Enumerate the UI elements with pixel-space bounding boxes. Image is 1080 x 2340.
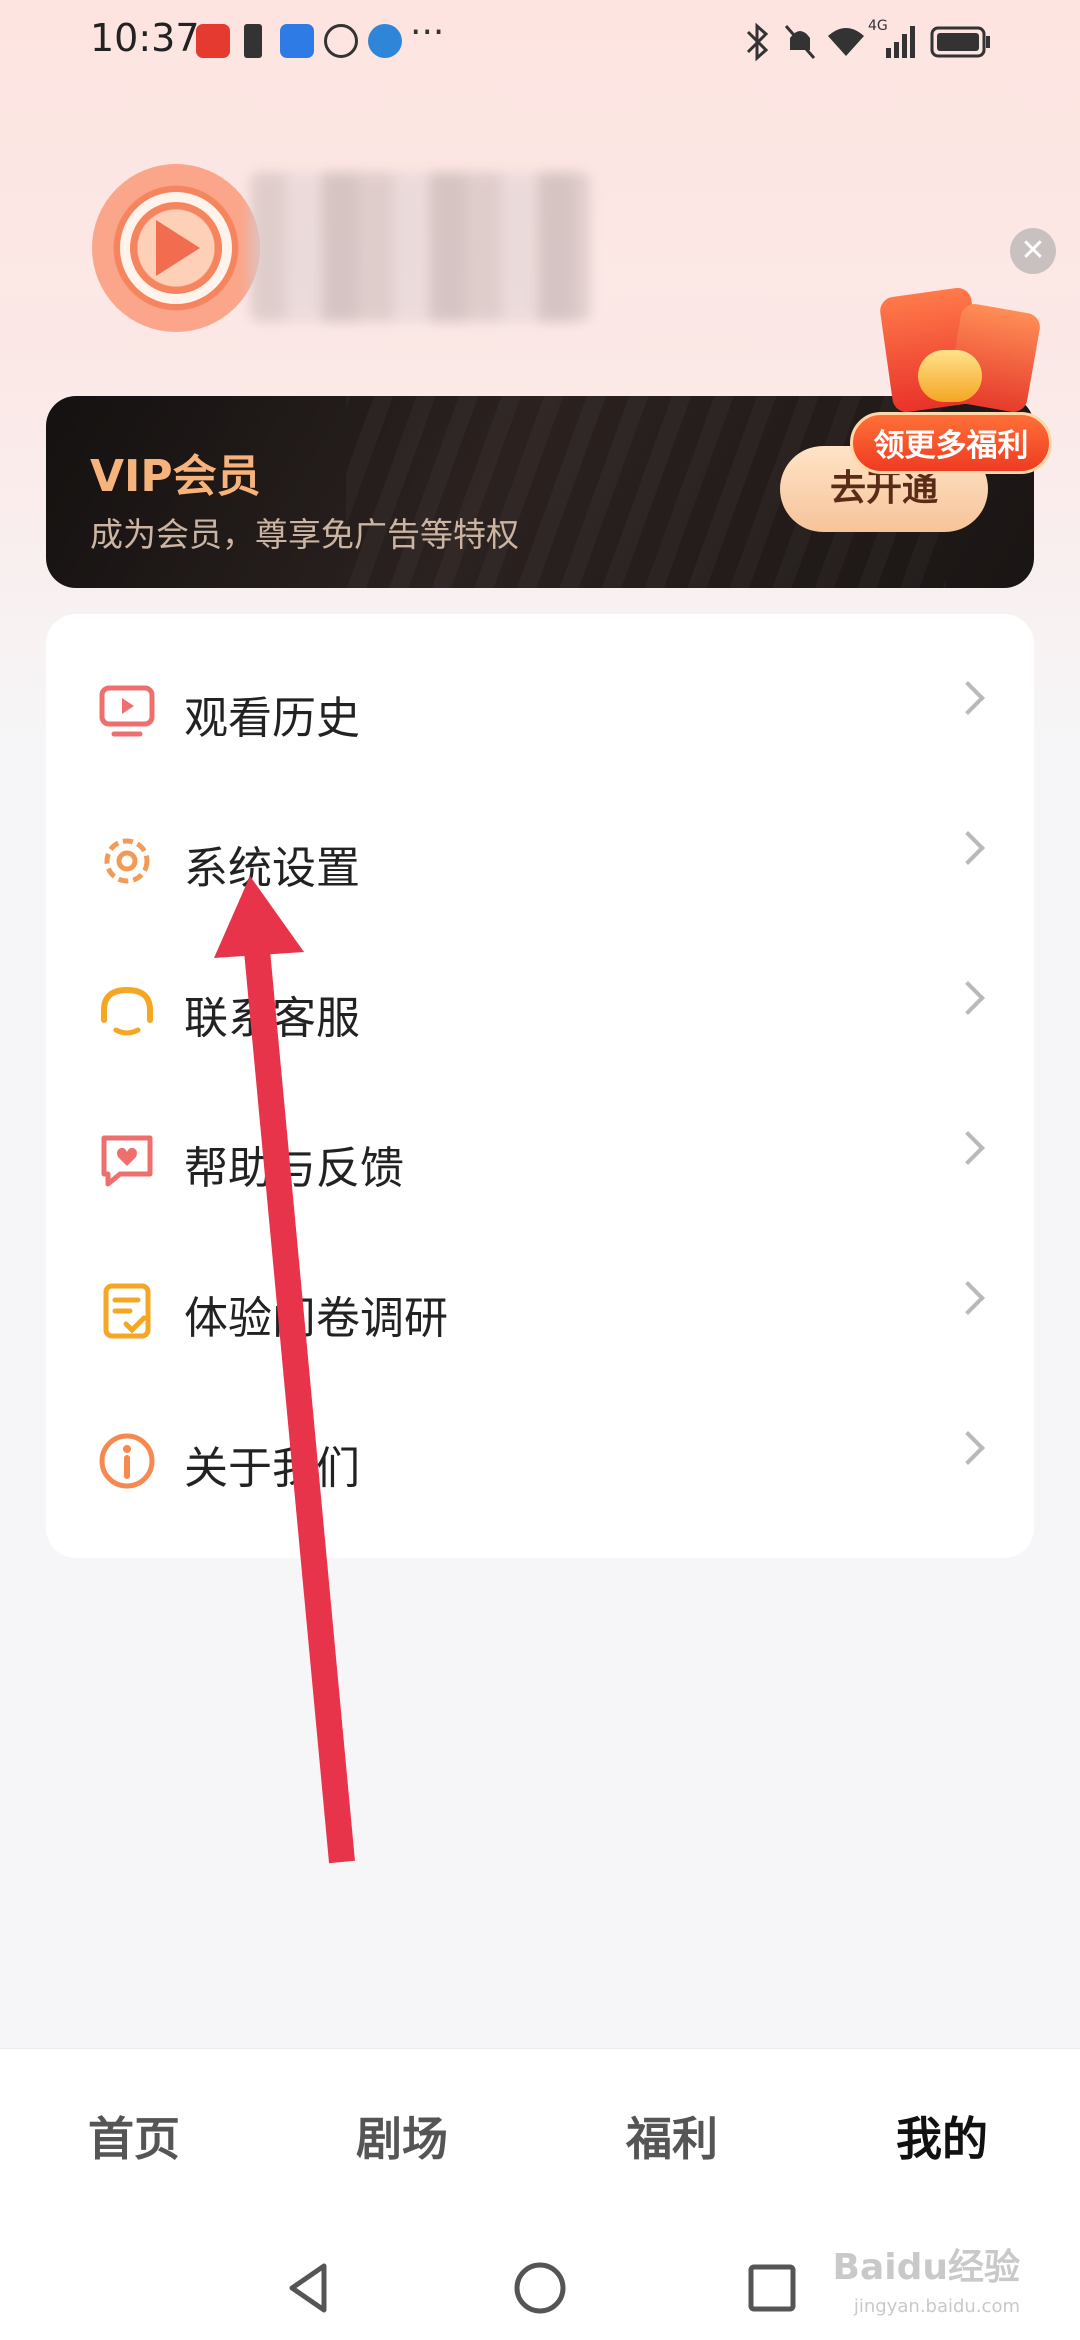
back-icon[interactable] [280,2260,336,2316]
menu-item-label: 观看历史 [184,693,360,744]
menu-item-survey[interactable]: 体验问卷调研 [46,1236,1034,1386]
vip-title: VIP会员 [90,451,261,502]
gift-icon[interactable] [858,286,1043,418]
chevron-right-icon [951,1131,985,1165]
menu-item-label: 关于我们 [184,1443,360,1494]
bottom-nav: 首页 剧场 福利 我的 [0,2048,1080,2189]
tab-theater[interactable]: 剧场 [356,2103,448,2169]
tab-mine[interactable]: 我的 [896,2103,988,2169]
chevron-right-icon [951,1431,985,1465]
cellular-4g-icon [886,26,915,58]
menu-card: 观看历史 系统设置 联系客服 帮助与反馈 体验问卷调研 关于我们 [46,614,1034,1558]
vip-subtitle: 成为会员，尊享免广告等特权 [90,515,519,554]
menu-item-help-feedback[interactable]: 帮助与反馈 [46,1086,1034,1236]
tab-home[interactable]: 首页 [88,2103,180,2169]
chevron-right-icon [951,681,985,715]
survey-icon [103,1283,151,1339]
home-icon[interactable] [512,2260,568,2316]
info-icon [99,1433,155,1489]
contacts-icon [280,24,314,58]
gear-icon [104,838,150,884]
promo-badge[interactable]: 领更多福利 [850,412,1052,474]
wifi-icon [828,28,864,56]
heart-chat-icon [101,1135,153,1187]
avatar[interactable] [92,164,260,332]
close-icon[interactable]: ✕ [1010,228,1056,274]
headset-icon [101,986,153,1036]
taobao-icon [196,24,230,58]
menu-item-about-us[interactable]: 关于我们 [46,1386,1034,1536]
tv-icon [99,685,155,737]
play-icon [156,220,200,276]
tab-welfare[interactable]: 福利 [626,2103,718,2169]
chevron-right-icon [951,981,985,1015]
hand-icon [324,24,358,58]
bluetooth-icon [746,22,769,62]
menu-item-contact-support[interactable]: 联系客服 [46,936,1034,1086]
watermark-url: jingyan.baidu.com [853,2296,1020,2317]
menu-item-watch-history[interactable]: 观看历史 [46,636,1034,786]
battery-icon [930,26,990,58]
status-bar: 10:37 ··· 4G [0,0,1080,84]
chevron-right-icon [951,831,985,865]
username-redacted[interactable] [250,172,590,322]
watermark: Baidu经验 [832,2247,1020,2288]
recents-icon[interactable] [744,2260,800,2316]
status-time: 10:37 [90,16,200,60]
menu-item-label: 帮助与反馈 [184,1143,404,1194]
battery-alert-icon [244,24,262,58]
menu-item-label: 联系客服 [184,993,360,1044]
browser-icon [368,24,402,58]
menu-item-label: 体验问卷调研 [184,1293,448,1344]
menu-item-system-settings[interactable]: 系统设置 [46,786,1034,936]
menu-item-label: 系统设置 [184,843,360,894]
mute-bell-icon [784,25,816,59]
chevron-right-icon [951,1281,985,1315]
more-dots-icon: ··· [410,12,445,53]
